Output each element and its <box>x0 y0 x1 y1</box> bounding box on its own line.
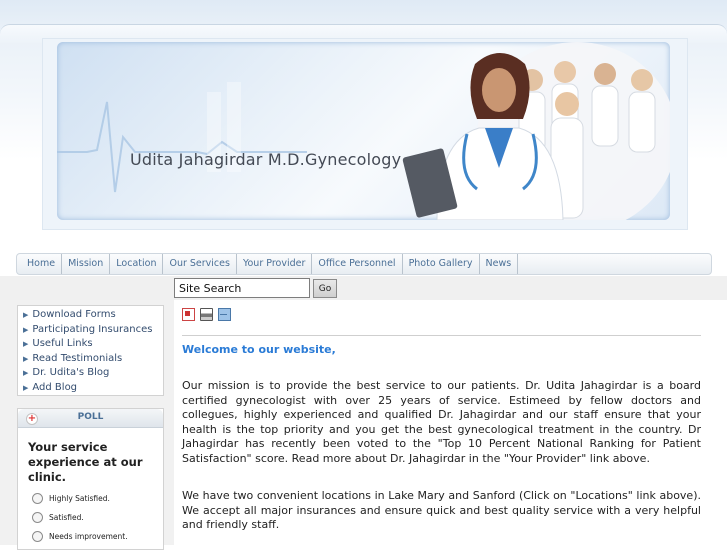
poll-title: POLL <box>77 412 104 422</box>
arrow-right-icon: ▶ <box>23 383 29 392</box>
nav-mission[interactable]: Mission <box>62 254 111 274</box>
sidebar-item-add-blog[interactable]: ▶ Add Blog <box>18 381 163 396</box>
nav-our-services[interactable]: Our Services <box>163 254 237 274</box>
poll-option-highly-satisfied[interactable]: Highly Satisfied. <box>32 493 163 504</box>
mission-paragraph: Our mission is to provide the best servi… <box>182 379 701 465</box>
main-nav: Home Mission Location Our Services Your … <box>16 253 712 275</box>
banner-illustration <box>57 42 670 220</box>
arrow-right-icon: ▶ <box>23 354 29 363</box>
print-icon[interactable] <box>200 308 213 321</box>
poll-option-needs-improvement[interactable]: Needs improvement. <box>32 531 163 542</box>
site-search-input[interactable] <box>174 278 310 298</box>
nav-your-provider[interactable]: Your Provider <box>237 254 313 274</box>
arrow-right-icon: ▶ <box>23 369 29 377</box>
arrow-right-icon: ▶ <box>23 340 29 348</box>
nav-photo-gallery[interactable]: Photo Gallery <box>403 254 480 274</box>
poll-widget: + POLL Your service experience at our cl… <box>17 408 164 550</box>
radio-button[interactable] <box>32 531 43 542</box>
site-title: Udita Jahagirdar M.D.Gynecology <box>130 150 402 169</box>
search-go-button[interactable]: Go <box>313 279 337 298</box>
poll-header: + POLL <box>18 409 163 428</box>
locations-paragraph: We have two convenient locations in Lake… <box>182 489 701 532</box>
sidebar-item-useful-links[interactable]: ▶ Useful Links <box>18 337 163 352</box>
welcome-heading: Welcome to our website, <box>182 343 336 356</box>
nav-home[interactable]: Home <box>21 254 63 274</box>
sidebar-menu: ▶ Download Forms ▶ Participating Insurance… <box>17 305 164 396</box>
sidebar-item-blog[interactable]: ▶ Dr. Udita's Blog <box>18 366 163 381</box>
sidebar-item-download-forms[interactable]: ▶ Download Forms <box>18 308 163 323</box>
header-banner <box>57 42 670 220</box>
nav-news[interactable]: News <box>480 254 519 274</box>
poll-option-satisfied[interactable]: Satisfied. <box>32 512 163 523</box>
nav-location[interactable]: Location <box>110 254 164 274</box>
pdf-icon[interactable] <box>182 308 195 321</box>
arrow-right-icon: ▶ <box>23 325 29 334</box>
nav-office-personnel[interactable]: Office Personnel <box>312 254 403 274</box>
main-content: Welcome to our website, Our mission is t… <box>182 308 701 531</box>
sidebar-item-participating-insurances[interactable]: ▶ Participating Insurances <box>18 323 163 338</box>
radio-button[interactable] <box>32 493 43 504</box>
arrow-right-icon: ▶ <box>23 311 29 319</box>
content-divider <box>182 335 701 336</box>
radio-button[interactable] <box>32 512 43 523</box>
poll-question: Your service experience at our clinic. <box>28 440 143 484</box>
search-bar-background <box>0 276 727 300</box>
article-tools <box>182 308 701 322</box>
sidebar-item-read-testimonials[interactable]: ▶ Read Testimonials <box>18 352 163 367</box>
email-icon[interactable] <box>218 308 231 321</box>
